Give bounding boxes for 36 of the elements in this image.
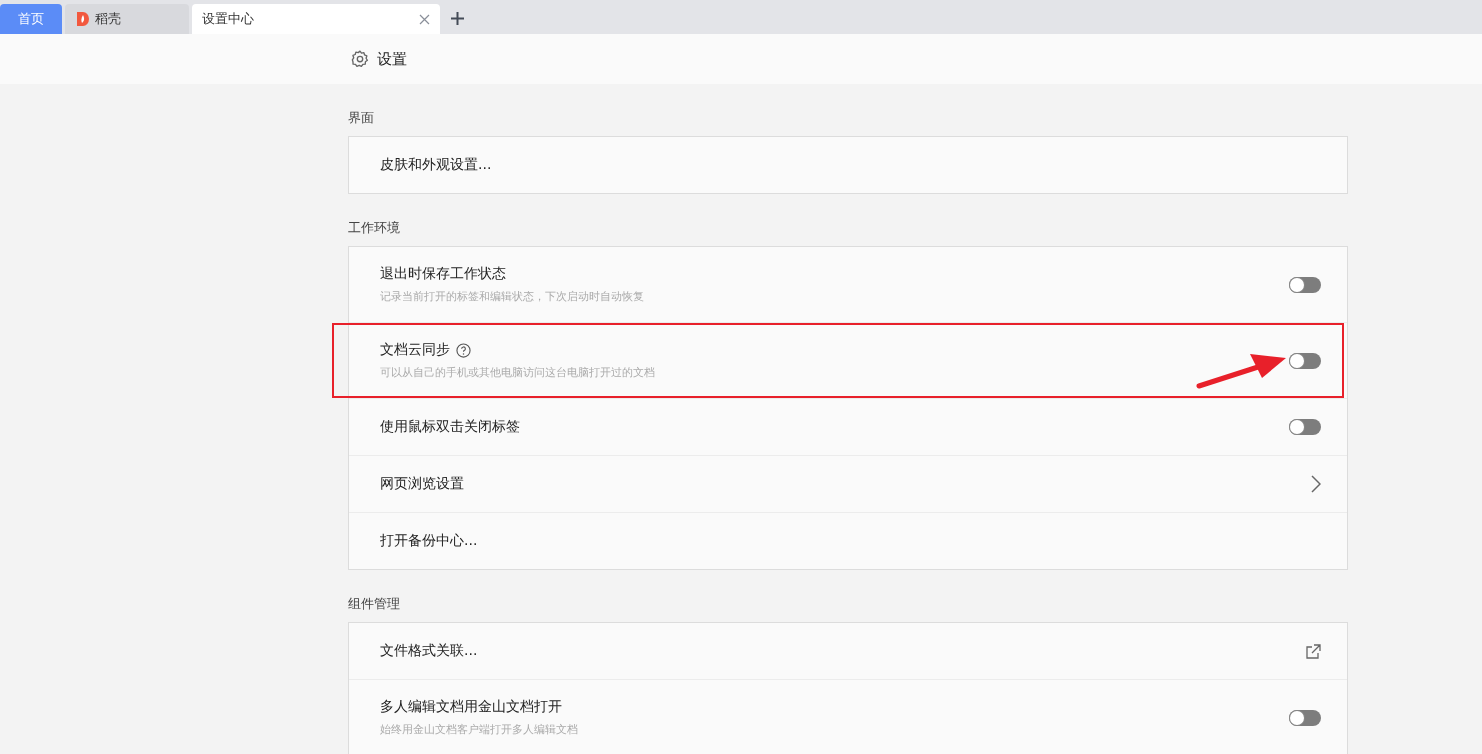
tab[interactable]: 设置中心 [192, 4, 440, 34]
external-link-icon[interactable] [1306, 643, 1321, 659]
setting-title: 文档云同步 [380, 341, 450, 359]
toggle-switch[interactable] [1289, 419, 1321, 435]
section-title: 界面 [348, 109, 375, 127]
setting-row[interactable]: 皮肤和外观设置... [349, 137, 1347, 193]
setting-row[interactable]: 文档云同步 可以从自己的手机或其他电脑访问这台电脑打开过的文档 [349, 323, 1347, 399]
toggle-switch[interactable] [1289, 352, 1321, 369]
toggle-switch[interactable] [1289, 276, 1321, 293]
close-icon[interactable] [419, 13, 430, 25]
setting-description: 记录当前打开的标签和编辑状态，下次启动时自动恢复 [380, 289, 644, 304]
page-title: 设置 [377, 49, 407, 69]
setting-row[interactable]: 网页浏览设置 [349, 456, 1347, 513]
setting-title: 使用鼠标双击关闭标签 [380, 418, 520, 436]
setting-title: 打开备份中心... [380, 532, 478, 550]
setting-description: 可以从自己的手机或其他电脑访问这台电脑打开过的文档 [380, 365, 655, 380]
tab[interactable]: 稻壳 [65, 4, 189, 34]
setting-description: 始终用金山文档客户端打开多人编辑文档 [380, 722, 578, 737]
setting-title: 退出时保存工作状态 [380, 265, 506, 283]
setting-title: 多人编辑文档用金山文档打开 [380, 698, 562, 716]
setting-row[interactable]: 使用鼠标双击关闭标签 [349, 399, 1347, 456]
help-icon[interactable] [456, 342, 471, 358]
toggle-switch[interactable] [1289, 709, 1321, 726]
setting-row[interactable]: 多人编辑文档用金山文档打开 始终用金山文档客户端打开多人编辑文档 [349, 680, 1347, 754]
setting-title: 网页浏览设置 [380, 475, 464, 493]
new-tab-icon[interactable] [451, 12, 464, 25]
section-title: 组件管理 [348, 595, 401, 613]
flame-logo-icon [77, 12, 89, 26]
chevron-right-icon[interactable] [1311, 475, 1321, 493]
section-title: 工作环境 [348, 219, 401, 237]
settings-icon [351, 50, 369, 68]
setting-title: 文件格式关联... [380, 642, 478, 660]
setting-row[interactable]: 打开备份中心... [349, 513, 1347, 569]
setting-title: 皮肤和外观设置... [380, 156, 492, 174]
setting-row[interactable]: 文件格式关联... [349, 623, 1347, 680]
setting-row[interactable]: 退出时保存工作状态 记录当前打开的标签和编辑状态，下次启动时自动恢复 [349, 247, 1347, 323]
